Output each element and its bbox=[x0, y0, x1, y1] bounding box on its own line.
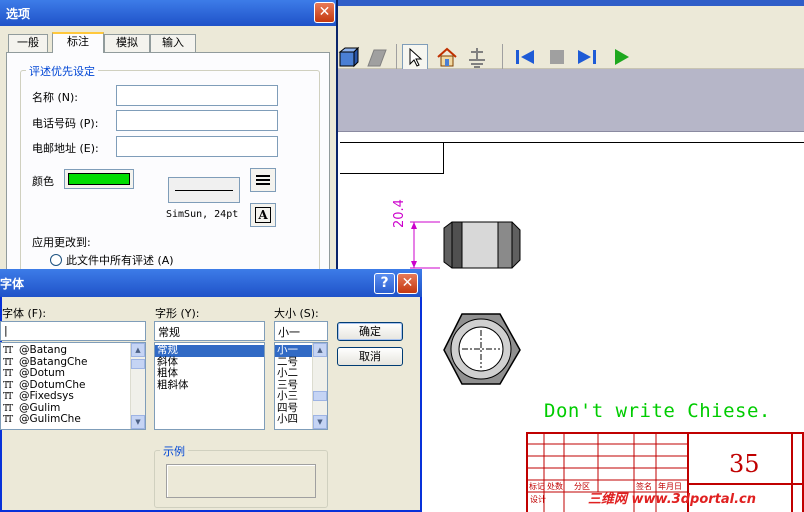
scroll-up-arrow[interactable]: ▲ bbox=[313, 343, 327, 357]
size-input[interactable]: 小一 bbox=[274, 321, 328, 341]
surface-icon[interactable] bbox=[364, 44, 390, 70]
scroll-thumb[interactable] bbox=[131, 359, 145, 369]
list-item-label: 三号 bbox=[277, 378, 298, 391]
list-item-label: 粗斜体 bbox=[157, 378, 189, 391]
sample-preview bbox=[166, 464, 316, 498]
list-item-label: 小二 bbox=[277, 367, 298, 379]
cad-secondary-toolbar bbox=[336, 69, 804, 132]
line-style-button[interactable] bbox=[250, 168, 276, 192]
select-pointer-icon[interactable] bbox=[402, 44, 428, 70]
font-dialog-title: 字体 bbox=[0, 277, 25, 291]
truetype-icon: TT bbox=[3, 392, 13, 402]
radio-button[interactable] bbox=[50, 254, 62, 266]
font-input[interactable]: | bbox=[0, 321, 146, 341]
scroll-thumb[interactable] bbox=[313, 391, 327, 401]
list-item-label: @Dotum bbox=[19, 367, 66, 379]
font-label: 字体 (F): bbox=[2, 307, 47, 320]
step-forward-icon[interactable] bbox=[574, 44, 600, 70]
list-item-label: 二号 bbox=[277, 355, 298, 368]
font-close-button[interactable]: ✕ bbox=[397, 273, 418, 294]
style-input[interactable]: 常规 bbox=[154, 321, 265, 341]
list-item-label: 小三 bbox=[277, 390, 298, 402]
tab-simulation[interactable]: 模拟 bbox=[104, 34, 150, 52]
style-list[interactable]: 常规 斜体 粗体 粗斜体 bbox=[154, 342, 265, 430]
tab-annotation[interactable]: 标注 bbox=[52, 32, 104, 53]
stop-icon[interactable] bbox=[544, 44, 570, 70]
home-icon[interactable] bbox=[434, 44, 460, 70]
ground-icon[interactable] bbox=[464, 44, 490, 70]
dimension-label: 20.4 bbox=[392, 199, 407, 228]
font-list-scrollbar[interactable]: ▲ ▼ bbox=[130, 343, 145, 429]
group-title: 评述优先设定 bbox=[26, 63, 98, 79]
scroll-up-arrow[interactable]: ▲ bbox=[131, 343, 145, 357]
drawing-frame-box bbox=[340, 142, 444, 174]
list-item-label: 小四 bbox=[277, 413, 298, 425]
list-item-label: 小一 bbox=[277, 344, 298, 356]
list-item-label: 斜体 bbox=[157, 355, 178, 368]
list-item-label: 四号 bbox=[277, 401, 298, 414]
phone-label: 电话号码 (P): bbox=[32, 117, 99, 130]
font-button[interactable]: A bbox=[250, 203, 276, 227]
drawing-number: 35 bbox=[729, 450, 760, 478]
list-item[interactable]: TT @GulimChe bbox=[1, 413, 145, 426]
help-button[interactable]: ? bbox=[374, 273, 395, 294]
list-item-label: @BatangChe bbox=[19, 355, 88, 368]
list-item-label: 粗体 bbox=[157, 367, 178, 379]
options-title: 选项 bbox=[6, 7, 31, 21]
color-label: 颜色 bbox=[32, 175, 54, 188]
font-name-label: SimSun, 24pt bbox=[166, 209, 239, 220]
title-block-label: 标记 bbox=[529, 482, 545, 491]
rewind-icon[interactable] bbox=[512, 44, 538, 70]
apply-changes-label: 应用更改到: bbox=[32, 236, 91, 249]
color-picker-button[interactable] bbox=[64, 169, 134, 189]
lines-icon bbox=[256, 175, 270, 185]
size-list[interactable]: 小一 二号 小二 三号 小三 四号 小四 ▲ ▼ bbox=[274, 342, 328, 430]
tab-general[interactable]: 一般 bbox=[8, 34, 48, 52]
email-label: 电邮地址 (E): bbox=[32, 142, 99, 155]
name-label: 名称 (N): bbox=[32, 91, 79, 104]
watermark: 三维网 www.3dportal.cn bbox=[588, 492, 757, 507]
size-list-scrollbar[interactable]: ▲ ▼ bbox=[312, 343, 327, 429]
list-item-label: @Gulim bbox=[19, 401, 61, 414]
tab-import[interactable]: 输入 bbox=[150, 34, 196, 52]
list-item-label: @GulimChe bbox=[19, 413, 81, 425]
title-block-label: 设计 bbox=[530, 495, 546, 504]
options-titlebar[interactable] bbox=[0, 0, 336, 26]
list-item-label: @Fixedsys bbox=[19, 390, 74, 402]
apply-all-comments-option[interactable]: 此文件中所有评述 (A) bbox=[50, 252, 174, 268]
font-titlebar[interactable] bbox=[0, 269, 422, 297]
title-block-label: 处数 bbox=[547, 482, 563, 491]
truetype-icon: TT bbox=[3, 415, 13, 425]
truetype-icon: TT bbox=[3, 346, 13, 356]
truetype-icon: TT bbox=[3, 369, 13, 379]
play-icon[interactable] bbox=[608, 44, 634, 70]
size-label: 大小 (S): bbox=[274, 307, 319, 320]
scroll-down-arrow[interactable]: ▼ bbox=[131, 415, 145, 429]
box-3d-icon[interactable] bbox=[336, 44, 362, 70]
font-a-icon: A bbox=[255, 207, 271, 223]
name-field[interactable] bbox=[116, 85, 278, 106]
email-field[interactable] bbox=[116, 136, 278, 157]
list-item-label: 常规 bbox=[157, 344, 178, 356]
cad-toolbar bbox=[336, 6, 804, 70]
options-close-button[interactable]: ✕ bbox=[314, 2, 335, 23]
line-style-preview bbox=[168, 177, 240, 203]
annotation-text[interactable]: Don't write Chiese. bbox=[544, 400, 771, 422]
list-item-label: @Batang bbox=[19, 344, 68, 356]
style-label: 字形 (Y): bbox=[155, 307, 200, 320]
radio-label: 此文件中所有评述 (A) bbox=[66, 254, 174, 267]
sample-label: 示例 bbox=[160, 443, 188, 459]
cancel-button[interactable]: 取消 bbox=[337, 347, 403, 366]
font-list[interactable]: TT @Batang TT @BatangChe TT @Dotum TT @DotumChe… bbox=[0, 342, 146, 430]
list-item-label: @DotumChe bbox=[19, 378, 86, 391]
list-item[interactable]: 粗斜体 bbox=[155, 378, 264, 392]
ok-button[interactable]: 确定 bbox=[337, 322, 403, 341]
scroll-down-arrow[interactable]: ▼ bbox=[313, 415, 327, 429]
phone-field[interactable] bbox=[116, 110, 278, 131]
